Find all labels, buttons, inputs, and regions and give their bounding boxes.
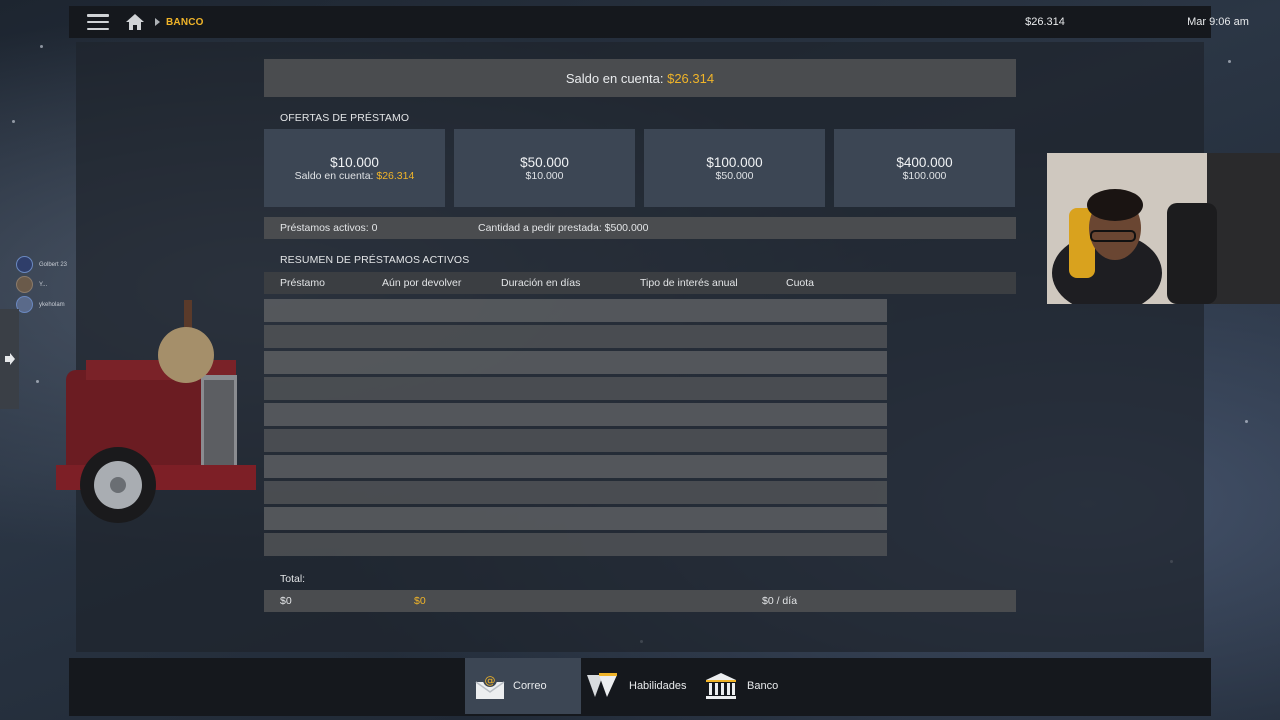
loan-offers-title: OFERTAS DE PRÉSTAMO (280, 112, 410, 124)
snow-particle (1245, 420, 1248, 423)
webcam-overlay (1047, 153, 1280, 304)
loan-offer-amount: $50.000 (520, 154, 569, 170)
balance-label: Saldo en cuenta: (565, 70, 664, 86)
loan-info-bar: Préstamos activos: 0 Cantidad a pedir pr… (264, 217, 1016, 239)
menu-icon[interactable] (87, 14, 109, 30)
loan-offer-detail-value: $50.000 (715, 169, 754, 182)
account-balance-bar: Saldo en cuenta: $26.314 (264, 59, 1016, 97)
loan-offer-amount: $100.000 (706, 154, 763, 170)
total-label: Total: (280, 573, 306, 585)
friend-name: Golbert 23 (39, 261, 68, 268)
table-row (264, 299, 887, 322)
table-row (264, 325, 887, 348)
mail-icon: @ (475, 673, 505, 699)
dock-item-banco[interactable]: Banco (705, 658, 795, 714)
borrow-limit: Cantidad a pedir prestada: $500.000 (478, 222, 649, 234)
snow-particle (12, 120, 15, 123)
table-row (264, 429, 887, 452)
loan-offer-card[interactable]: $100.000 $50.000 (644, 129, 825, 207)
dock-item-correo[interactable]: @ Correo (465, 658, 581, 714)
loan-offer-card[interactable]: $400.000 $100.000 (834, 129, 1015, 207)
game-clock: Mar 9:06 am (1187, 16, 1249, 28)
table-row (264, 481, 887, 504)
table-row (264, 455, 887, 478)
friend-name: Y... (39, 281, 48, 288)
column-header-loan: Préstamo (280, 277, 325, 289)
loan-offer-detail: Saldo en cuenta: $26.314 (295, 170, 415, 182)
snow-particle (40, 45, 43, 48)
column-header-duration: Duración en días (501, 277, 581, 289)
friend-entry[interactable]: Golbert 23 (16, 256, 67, 273)
svg-text:@: @ (485, 674, 496, 687)
avatar (16, 276, 33, 293)
bottom-dock: @ Correo Habilidades Banco (69, 658, 1211, 716)
home-icon[interactable] (125, 13, 145, 31)
total-installment: $0 / día (762, 595, 798, 607)
dock-label: Habilidades (629, 680, 687, 692)
loan-offer-card[interactable]: $50.000 $10.000 (454, 129, 635, 207)
breadcrumb-chevron-icon (155, 18, 160, 26)
loans-table-body (264, 299, 887, 559)
streamer-image (1047, 153, 1280, 304)
snow-particle (36, 380, 39, 383)
table-header: Préstamo Aún por devolver Duración en dí… (264, 272, 1016, 294)
table-row (264, 377, 887, 400)
column-header-installment: Cuota (786, 277, 815, 289)
balance-value: $26.314 (667, 70, 715, 86)
money-display: $26.314 (1025, 16, 1065, 28)
loan-offer-detail-label: Saldo en cuenta: (294, 169, 374, 182)
table-row (264, 351, 887, 374)
table-row (264, 533, 887, 556)
table-row (264, 403, 887, 426)
bank-icon (706, 673, 736, 699)
loan-offer-amount: $400.000 (896, 154, 953, 170)
skills-icon (587, 673, 617, 697)
truck-background-image (56, 300, 256, 523)
table-row (264, 507, 887, 530)
loan-offer-card[interactable]: $10.000 Saldo en cuenta: $26.314 (264, 129, 445, 207)
active-loans-summary-title: RESUMEN DE PRÉSTAMOS ACTIVOS (280, 254, 470, 266)
dock-label: Correo (513, 680, 547, 692)
active-loans-count: Préstamos activos: 0 (280, 222, 378, 234)
arrow-right-icon (4, 353, 15, 365)
loan-offer-detail-value: $26.314 (376, 169, 415, 182)
dock-label: Banco (747, 680, 779, 692)
top-bar: BANCO $26.314 Mar 9:06 am (69, 6, 1249, 38)
total-remaining: $0 (414, 595, 426, 607)
side-panel-toggle[interactable] (0, 309, 19, 409)
dock-item-habilidades[interactable]: Habilidades (583, 658, 695, 714)
total-loan: $0 (280, 595, 292, 607)
loan-offer-amount: $10.000 (330, 154, 379, 170)
total-row: $0 $0 $0 / día (264, 590, 1016, 612)
column-header-interest: Tipo de interés anual (640, 277, 738, 289)
column-header-remaining: Aún por devolver (382, 277, 462, 289)
loan-offer-detail-value: $10.000 (525, 169, 564, 182)
friend-entry[interactable]: Y... (16, 276, 47, 293)
avatar (16, 256, 33, 273)
loan-offer-detail-value: $100.000 (902, 169, 947, 182)
snow-particle (1228, 60, 1231, 63)
breadcrumb[interactable]: BANCO (166, 17, 204, 28)
